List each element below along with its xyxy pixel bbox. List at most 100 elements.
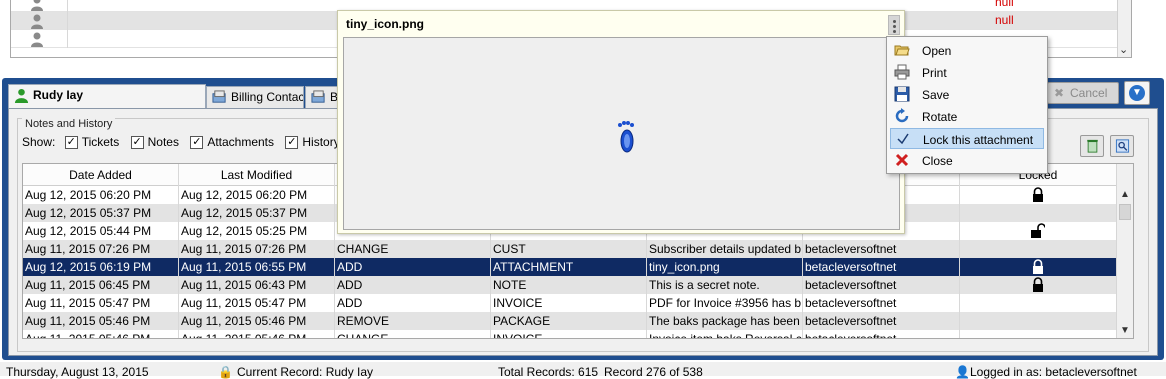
image-preview-area[interactable]	[343, 37, 900, 230]
close-icon	[895, 153, 909, 167]
scrollbar-thumb[interactable]	[1119, 204, 1131, 220]
lock-icon	[1033, 277, 1043, 292]
cell-type: INVOICE	[491, 330, 647, 338]
cell-action: ADD	[335, 258, 491, 276]
null-value: null	[995, 0, 1014, 9]
filter-history-checkbox[interactable]: ✓ History	[285, 135, 340, 149]
menu-label: Print	[922, 66, 947, 80]
cell-date-added: Aug 11, 2015 06:45 PM	[23, 276, 179, 294]
menu-item-open[interactable]: Open	[890, 40, 1044, 61]
status-current-record: Current Record: Rudy Iay	[237, 365, 374, 379]
column-divider	[67, 12, 68, 30]
cell-date-added: Aug 11, 2015 05:46 PM	[23, 330, 179, 338]
lock-icon	[1033, 259, 1043, 274]
show-label: Show:	[22, 135, 56, 149]
cell-type: INVOICE	[491, 294, 647, 312]
table-row[interactable]: Aug 11, 2015 06:45 PM Aug 11, 2015 06:43 …	[23, 276, 1117, 294]
chevron-down-icon[interactable]: ▼	[1120, 325, 1130, 336]
checkmark-icon: ✓	[64, 136, 78, 149]
table-row[interactable]: Aug 11, 2015 07:26 PM Aug 11, 2015 07:26 …	[23, 240, 1117, 258]
cell-user: betacleversoftnet	[803, 276, 960, 294]
rotate-icon	[895, 108, 909, 123]
table-row[interactable]: Aug 12, 2015 06:19 PM Aug 11, 2015 06:55 …	[23, 258, 1117, 276]
billing-icon	[212, 90, 226, 103]
checkmark-icon: ✓	[285, 136, 299, 149]
popup-title: tiny_icon.png	[346, 17, 424, 31]
cell-user: betacleversoftnet	[803, 312, 960, 330]
null-value: null	[995, 13, 1014, 27]
filter-attachments-checkbox[interactable]: ✓ Attachments	[190, 135, 274, 149]
footprint-icon	[618, 121, 634, 153]
menu-label: Close	[922, 154, 953, 168]
cell-last-modified: Aug 12, 2015 05:25 PM	[179, 222, 335, 240]
cell-action: ADD	[335, 276, 491, 294]
menu-label: Open	[922, 44, 952, 58]
status-record-position: Record 276 of 538	[604, 365, 703, 379]
cell-last-modified: Aug 11, 2015 06:55 PM	[179, 258, 335, 276]
user-icon: 👤	[955, 365, 970, 379]
attachment-preview-popup[interactable]: tiny_icon.png	[337, 10, 905, 234]
floppy-disk-icon	[894, 86, 910, 102]
person-icon	[14, 88, 29, 103]
menu-item-close[interactable]: Close	[890, 150, 1044, 171]
tab-billing[interactable]: Bil	[305, 86, 341, 108]
column-divider	[67, 30, 68, 48]
vertical-scrollbar[interactable]: ⌄	[1117, 0, 1131, 57]
context-menu: Open Print Save Rotate Lock this attachm…	[886, 36, 1048, 174]
person-icon	[31, 14, 43, 29]
cell-user: betacleversoftnet	[803, 258, 960, 276]
chevron-down-icon[interactable]: ⌄	[1119, 43, 1128, 56]
cell-type: PACKAGE	[491, 312, 647, 330]
printer-icon	[894, 64, 910, 80]
cell-last-modified: Aug 11, 2015 05:47 PM	[179, 294, 335, 312]
cell-description: tiny_icon.png	[647, 258, 803, 276]
menu-item-rotate[interactable]: Rotate	[890, 106, 1044, 127]
preview-button[interactable]	[1110, 135, 1134, 157]
cell-type: CUST	[491, 240, 647, 258]
filter-notes-checkbox[interactable]: ✓ Notes	[130, 135, 179, 149]
tab-billing-contact[interactable]: Billing Contact	[206, 86, 304, 108]
close-icon: ✖	[1054, 86, 1065, 100]
filter-label: History	[302, 135, 340, 149]
recycle-button[interactable]	[1080, 135, 1104, 157]
arrow-down-icon: ▼	[1129, 85, 1145, 101]
cell-last-modified: Aug 11, 2015 07:26 PM	[179, 240, 335, 258]
cell-user: betacleversoftnet	[803, 240, 960, 258]
table-row[interactable]: Aug 11, 2015 05:47 PM Aug 11, 2015 05:47 …	[23, 294, 1117, 312]
lock-icon	[1033, 187, 1043, 202]
filter-label: Attachments	[207, 135, 275, 149]
cell-last-modified: Aug 12, 2015 06:20 PM	[179, 186, 335, 204]
group-title: Notes and History	[22, 118, 116, 130]
menu-item-save[interactable]: Save	[890, 84, 1044, 105]
cell-description: This is a secret note.	[647, 276, 803, 294]
chevron-up-icon[interactable]: ▲	[1120, 189, 1130, 200]
cell-description: Subscriber details updated b...	[649, 240, 803, 258]
menu-grip-icon[interactable]	[888, 15, 900, 35]
cell-last-modified: Aug 11, 2015 06:43 PM	[179, 276, 335, 294]
billing-icon	[311, 90, 325, 103]
column-divider	[67, 0, 68, 12]
cell-date-added: Aug 11, 2015 05:46 PM	[23, 312, 179, 330]
expand-button[interactable]: ▼	[1124, 81, 1150, 105]
cancel-button[interactable]: ✖ Cancel	[1047, 82, 1119, 104]
cell-date-added: Aug 11, 2015 05:47 PM	[23, 294, 179, 312]
table-row[interactable]: Aug 11, 2015 05:46 PM Aug 11, 2015 05:46 …	[23, 312, 1117, 330]
recycle-bin-icon	[1087, 139, 1098, 153]
menu-item-print[interactable]: Print	[890, 62, 1044, 83]
status-bar: Thursday, August 13, 2015 🔒 Current Reco…	[0, 362, 1166, 379]
tab-label: Rudy Iay	[33, 88, 84, 102]
vertical-scrollbar[interactable]: ▲ ▼	[1116, 164, 1133, 338]
cell-date-added: Aug 12, 2015 06:20 PM	[23, 186, 179, 204]
filter-tickets-checkbox[interactable]: ✓ Tickets	[64, 135, 119, 149]
tab-customer[interactable]: Rudy Iay	[8, 84, 206, 108]
cell-date-added: Aug 12, 2015 06:19 PM	[23, 258, 179, 276]
menu-item-lock-attachment[interactable]: Lock this attachment	[890, 128, 1044, 149]
menu-label: Save	[922, 88, 950, 102]
folder-open-icon	[894, 45, 910, 56]
checkmark-icon	[897, 133, 909, 145]
cell-user: betacleversoftnet	[803, 294, 960, 312]
cell-last-modified: Aug 11, 2015 05:46 PM	[179, 330, 335, 338]
column-header-date-added[interactable]: Date Added	[23, 164, 179, 186]
table-row[interactable]: Aug 11, 2015 05:46 PM Aug 11, 2015 05:46 …	[23, 330, 1117, 338]
column-header-last-modified[interactable]: Last Modified	[179, 164, 335, 186]
